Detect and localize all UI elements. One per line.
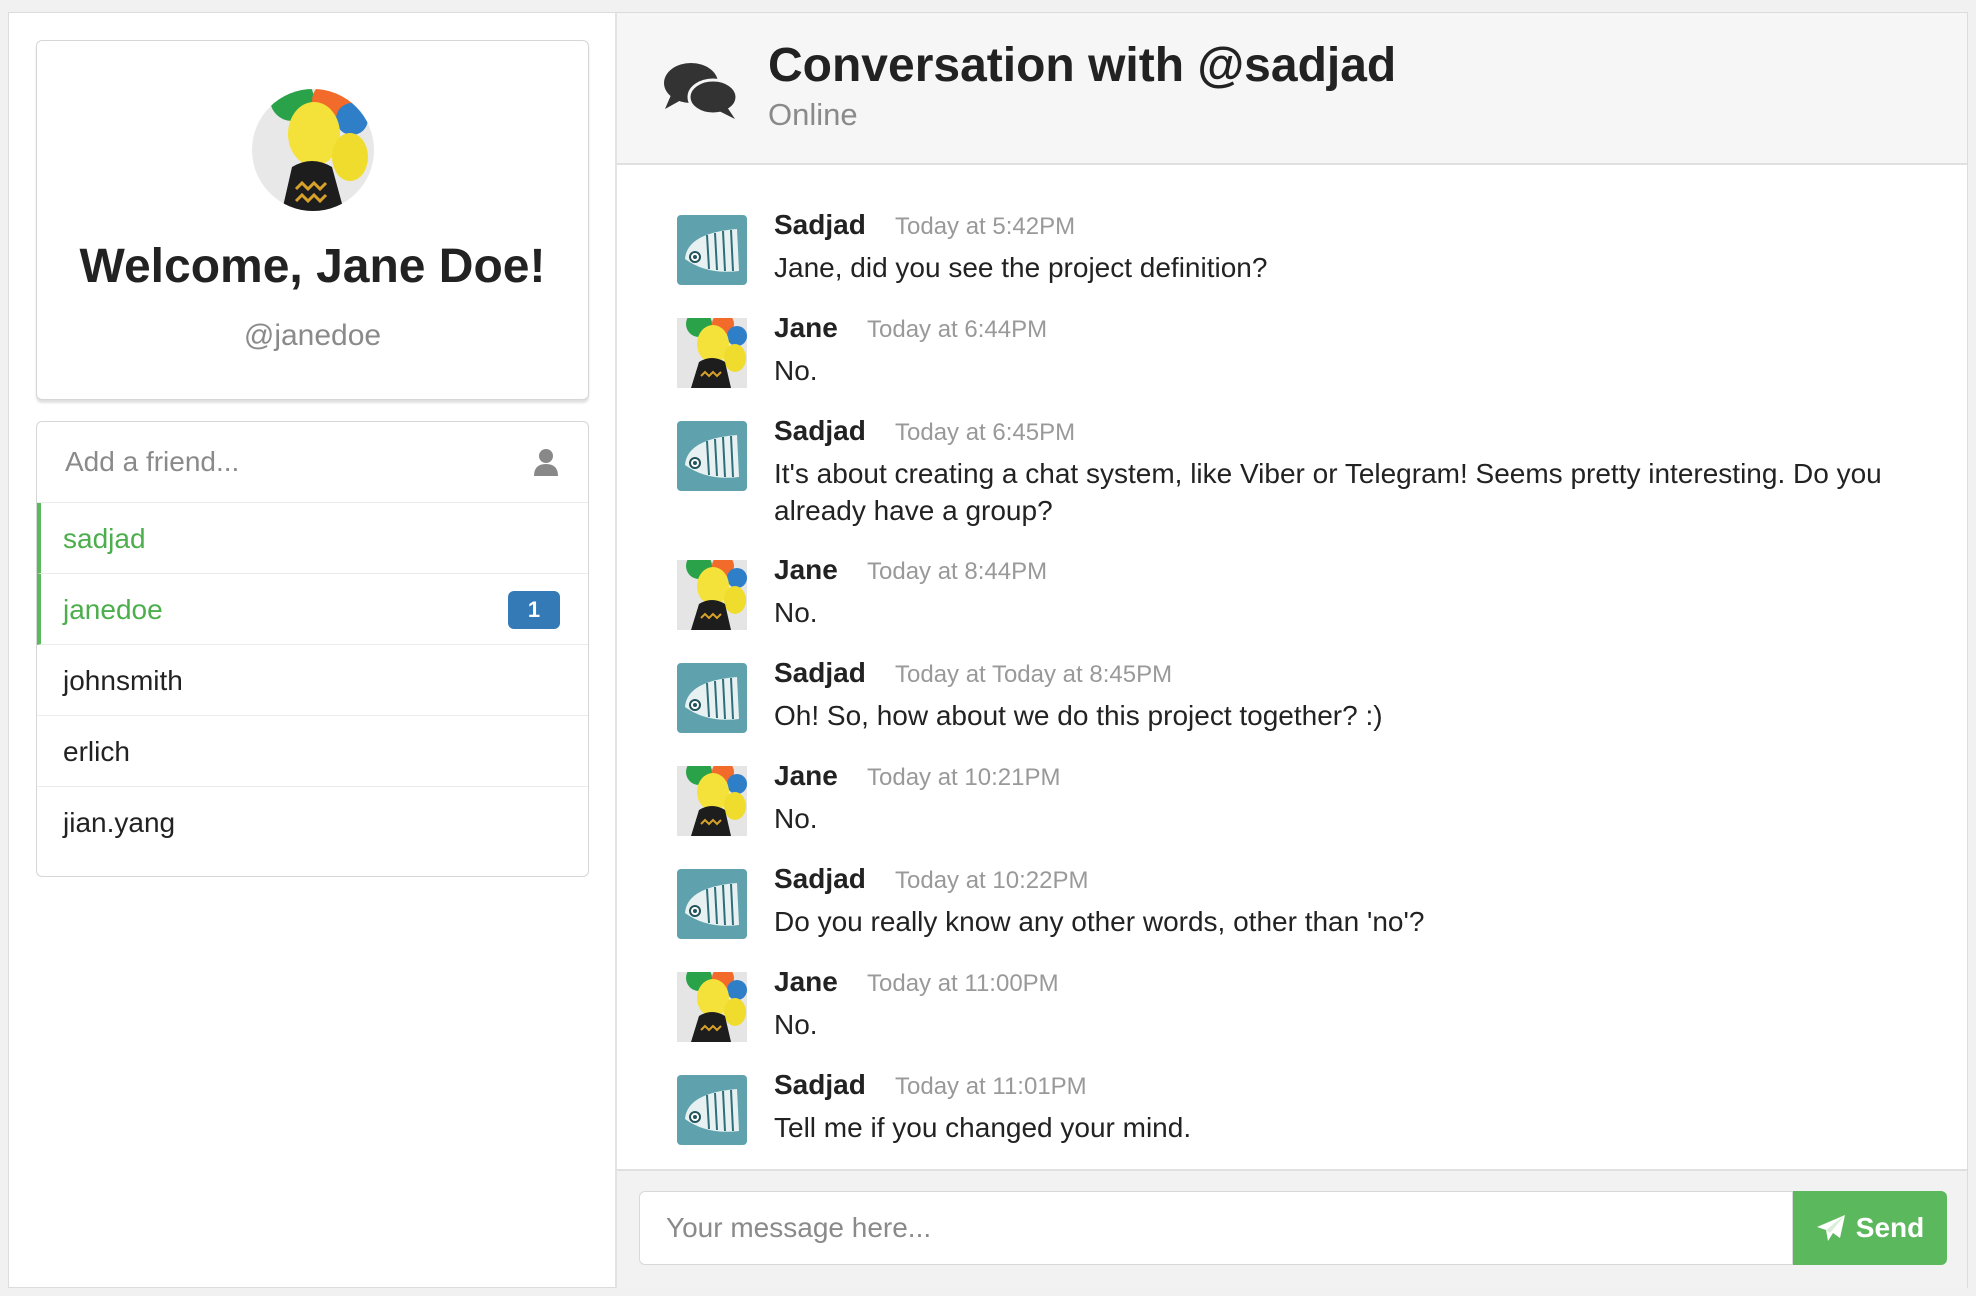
paper-plane-icon xyxy=(1816,1215,1845,1241)
message-time: Today at 6:44PM xyxy=(867,316,1048,343)
message-composer: Send xyxy=(617,1169,1967,1289)
message-text: Jane, did you see the project definition… xyxy=(774,252,1268,283)
message-author: Jane xyxy=(774,966,838,997)
balloon-avatar xyxy=(677,766,747,836)
message-author: Sadjad xyxy=(774,209,866,240)
message-text: No. xyxy=(774,355,818,386)
send-button[interactable]: Send xyxy=(1793,1191,1947,1265)
message-text: It's about creating a chat system, like … xyxy=(774,458,1882,526)
whale-avatar xyxy=(677,215,747,285)
message-time: Today at 10:21PM xyxy=(867,764,1061,791)
message-time: Today at 10:22PM xyxy=(895,867,1089,894)
friend-item-janedoe[interactable]: janedoe 1 xyxy=(37,574,588,645)
message-author: Sadjad xyxy=(774,415,866,446)
message-text: Tell me if you changed your mind. xyxy=(774,1112,1192,1143)
conversation-status: Online xyxy=(768,97,858,132)
friend-name: johnsmith xyxy=(63,665,183,696)
friend-name: jian.yang xyxy=(63,807,176,838)
message-text: No. xyxy=(774,597,818,628)
message-input[interactable] xyxy=(639,1191,1793,1265)
message-author: Jane xyxy=(774,760,838,791)
conversation-header: Conversation with @sadjad Online xyxy=(617,13,1967,165)
sidebar: Welcome, Jane Doe! @janedoe sadjad janed… xyxy=(9,13,617,1287)
balloon-avatar xyxy=(677,972,747,1042)
friend-item-erlich[interactable]: erlich xyxy=(37,716,588,787)
profile-handle: @janedoe xyxy=(243,319,382,352)
balloon-avatar xyxy=(677,560,747,630)
message-time: Today at 11:01PM xyxy=(895,1073,1087,1100)
message-list[interactable]: Sadjad Today at 5:42PM Jane, did you see… xyxy=(617,165,1967,1181)
friend-name: erlich xyxy=(63,736,130,767)
chat-bubbles-icon xyxy=(664,63,739,119)
friends-list: sadjad janedoe 1 johnsmith erlich jian.y… xyxy=(36,421,589,877)
add-friend-row xyxy=(37,422,588,503)
friend-name: sadjad xyxy=(63,523,146,554)
whale-avatar xyxy=(677,663,747,733)
balloon-avatar xyxy=(677,318,747,388)
friend-item-johnsmith[interactable]: johnsmith xyxy=(37,645,588,716)
message-text: Oh! So, how about we do this project tog… xyxy=(774,700,1383,731)
friend-item-sadjad[interactable]: sadjad xyxy=(37,503,588,574)
profile-avatar xyxy=(251,89,374,211)
whale-avatar xyxy=(677,421,747,491)
message-time: Today at 6:45PM xyxy=(895,419,1076,446)
message-text: No. xyxy=(774,1009,818,1040)
send-label: Send xyxy=(1855,1212,1925,1243)
profile-card: Welcome, Jane Doe! @janedoe xyxy=(36,40,589,400)
message-author: Sadjad xyxy=(774,657,866,688)
message-text: Do you really know any other words, othe… xyxy=(774,906,1425,937)
message-time: Today at 5:42PM xyxy=(895,213,1076,240)
message-author: Sadjad xyxy=(774,863,866,894)
message-author: Sadjad xyxy=(774,1069,866,1100)
message-time: Today at Today at 8:45PM xyxy=(895,661,1173,688)
user-icon[interactable] xyxy=(534,448,558,476)
chat-app: Welcome, Jane Doe! @janedoe sadjad janed… xyxy=(8,12,1968,1289)
friend-item-jian-yang[interactable]: jian.yang xyxy=(37,787,588,858)
friend-name: janedoe xyxy=(63,594,163,625)
message-time: Today at 11:00PM xyxy=(867,970,1059,997)
message-author: Jane xyxy=(774,312,838,343)
conversation-panel: Conversation with @sadjad Online Sadjad … xyxy=(617,13,1967,1289)
whale-avatar xyxy=(677,869,747,939)
welcome-heading: Welcome, Jane Doe! xyxy=(79,240,546,293)
add-friend-input[interactable] xyxy=(37,422,588,502)
message-time: Today at 8:44PM xyxy=(867,558,1048,585)
whale-avatar xyxy=(677,1075,747,1145)
message-text: No. xyxy=(774,803,818,834)
conversation-title: Conversation with @sadjad xyxy=(768,39,1397,92)
message-author: Jane xyxy=(774,554,838,585)
unread-badge: 1 xyxy=(508,591,560,629)
